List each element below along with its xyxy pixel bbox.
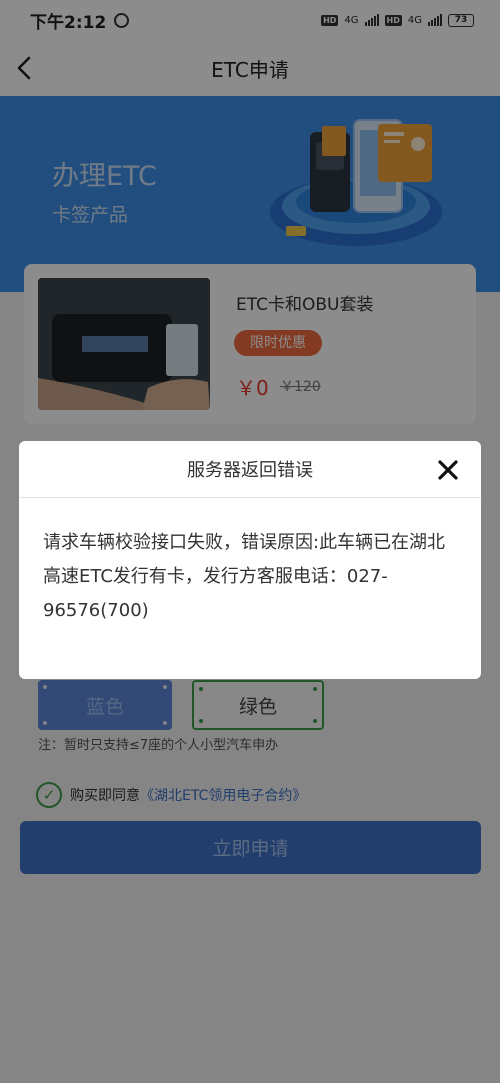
dialog-title: 服务器返回错误 bbox=[187, 460, 313, 481]
dialog-header: 服务器返回错误 bbox=[19, 441, 481, 498]
dialog-message: 请求车辆校验接口失败，错误原因:此车辆已在湖北高速ETC发行有卡，发行方客服电话… bbox=[43, 532, 446, 621]
error-dialog: 服务器返回错误 请求车辆校验接口失败，错误原因:此车辆已在湖北高速ETC发行有卡… bbox=[19, 441, 481, 679]
close-icon[interactable] bbox=[437, 459, 459, 481]
